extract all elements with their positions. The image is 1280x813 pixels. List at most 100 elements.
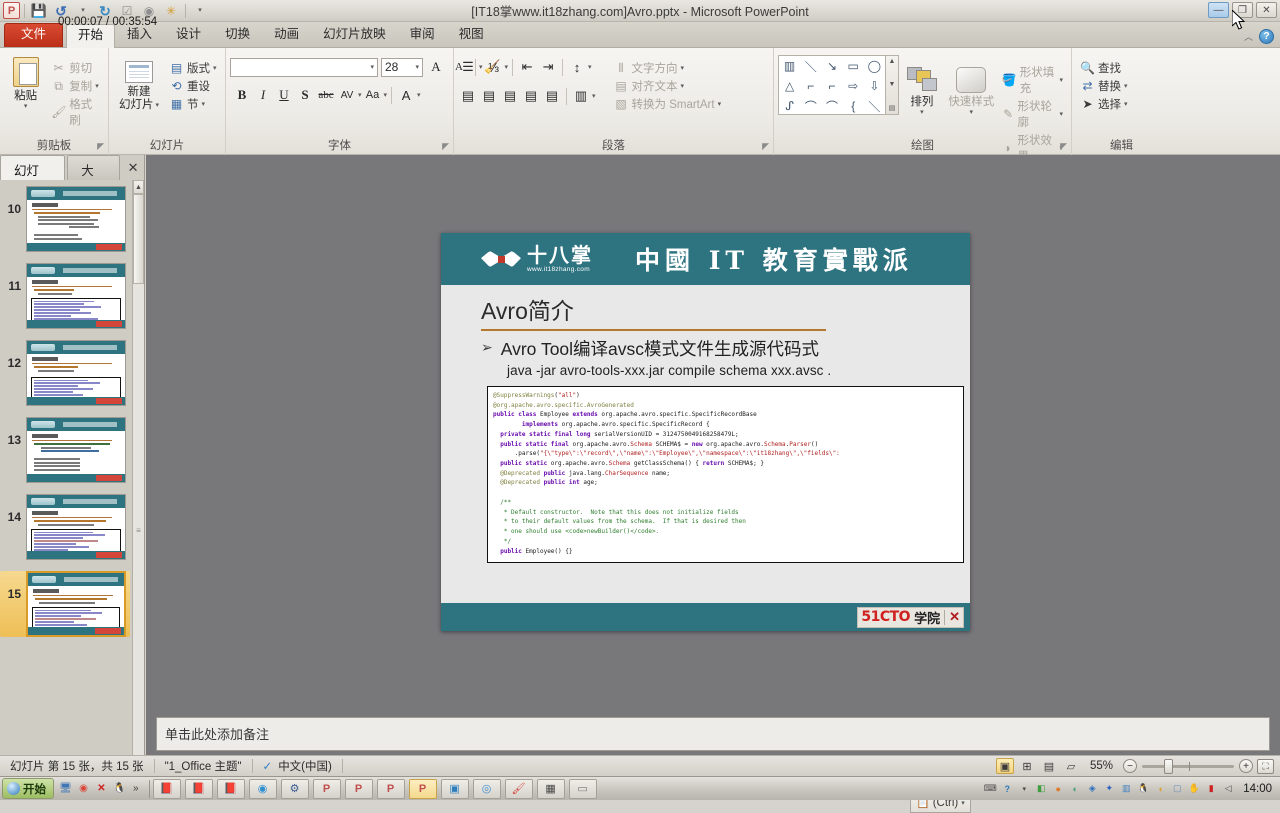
font-color-dropdown-icon[interactable]: ▾ (417, 91, 421, 99)
thumbnail-item-13[interactable]: 13 (0, 417, 130, 483)
tray-volume-icon[interactable]: ◁ (1221, 782, 1235, 796)
columns-button[interactable]: ▥ (571, 86, 591, 106)
tray-network-icon[interactable]: ▥ (1119, 782, 1133, 796)
thumbnail-preview[interactable] (26, 340, 126, 406)
quick-styles-button[interactable]: 快速样式 ▾ (945, 55, 998, 117)
powerpoint-logo-icon[interactable]: P (3, 2, 20, 19)
slide-counter[interactable]: 幻灯片 第 15 张，共 15 张 (0, 758, 154, 774)
taskbar-paint[interactable]: 🖌 (504, 778, 533, 799)
align-text-dropdown-icon[interactable]: ▾ (681, 82, 685, 90)
shape-outline-button[interactable]: ✎ 形状轮廓 ▾ (998, 97, 1067, 131)
thumbnail-preview[interactable] (26, 186, 126, 252)
thumbnail-preview[interactable] (26, 263, 126, 329)
shape-fill-button[interactable]: 🪣 形状填充 ▾ (998, 63, 1067, 97)
slide-bullet[interactable]: ➢ Avro Tool编译avsc模式文件生成源代码式 (481, 339, 970, 361)
scroll-up-icon[interactable]: ▲ (133, 180, 144, 194)
close-button[interactable]: ✕ (1256, 2, 1277, 18)
shapes-scrollbar[interactable]: ▲ ▼ ▤ (886, 55, 899, 115)
tab-view[interactable]: 视图 (447, 23, 496, 47)
thumbnail-preview[interactable] (26, 494, 126, 560)
taskbar-explorer[interactable]: ▣ (440, 778, 469, 799)
bullets-dropdown-icon[interactable]: ▾ (479, 63, 483, 71)
font-color-button[interactable]: A (396, 85, 416, 105)
thumbnail-item-10[interactable]: 10 (0, 186, 130, 252)
code-block[interactable]: @SuppressWarnings("all") @org.apache.avro… (487, 386, 964, 563)
taskbar-pdf-1[interactable]: 📕 (152, 778, 181, 799)
text-direction-dropdown-icon[interactable]: ▾ (681, 64, 685, 72)
thumbnail-preview[interactable] (26, 417, 126, 483)
shape-ellipse-icon[interactable]: ◯ (868, 59, 881, 73)
minimize-button[interactable]: — (1208, 2, 1229, 18)
qq-penguin-icon[interactable]: 🐧 (112, 781, 127, 796)
tray-qq-icon[interactable]: 🐧 (1136, 782, 1150, 796)
paragraph-dialog-launcher[interactable]: ◤ (762, 141, 769, 152)
grow-font-button[interactable]: A (426, 57, 446, 77)
find-button[interactable]: 🔍 查找 (1076, 59, 1132, 77)
slides-pane-scrollbar[interactable]: ▲ ≡ (132, 180, 144, 755)
distribute-button[interactable]: ▤ (542, 86, 562, 106)
taskbar-misc[interactable]: ▭ (568, 778, 597, 799)
align-right-button[interactable]: ▤ (500, 86, 520, 106)
character-spacing-dropdown-icon[interactable]: ▾ (358, 91, 362, 99)
zoom-slider[interactable]: − + (1123, 758, 1253, 774)
tab-slides-thumbnails[interactable]: 幻灯片 (0, 155, 66, 197)
reading-view-button[interactable]: ▤ (1040, 758, 1058, 774)
replace-dropdown-icon[interactable]: ▾ (1124, 82, 1128, 90)
shapes-more-icon[interactable]: ▤ (889, 104, 896, 112)
bullets-button[interactable]: ☰ (458, 57, 478, 77)
align-text-button[interactable]: ▤ 对齐文本 ▾ (610, 77, 726, 95)
tray-blue-icon[interactable]: ◈ (1085, 782, 1099, 796)
zoom-in-button[interactable]: + (1239, 759, 1253, 773)
format-painter-button[interactable]: 🖌 格式刷 (47, 95, 104, 129)
align-left-button[interactable]: ▤ (458, 86, 478, 106)
current-slide[interactable]: 十八掌 www.it18zhang.com 中國 IT 教育實戰派 Avro简介… (441, 233, 970, 631)
taskbar-pdf-3[interactable]: 📕 (216, 778, 245, 799)
tray-orange-icon[interactable]: ● (1051, 782, 1065, 796)
thumbnail-item-14[interactable]: 14 (0, 494, 130, 560)
line-spacing-button[interactable]: ↕ (567, 57, 587, 77)
tray-shield-icon[interactable]: ◐ (1068, 782, 1082, 796)
shape-triangle-icon[interactable]: △ (785, 79, 794, 93)
tray-help-icon[interactable]: ? (1000, 782, 1014, 796)
shape-line-2-icon[interactable]: ＼ (868, 98, 880, 115)
save-icon[interactable]: 💾 (29, 2, 49, 20)
shape-down-arrow-icon[interactable]: ⇩ (869, 79, 879, 93)
shape-brace-icon[interactable]: { (851, 99, 855, 113)
screenshot-icon[interactable]: ✳ (161, 2, 181, 20)
slideshow-view-button[interactable]: ▱ (1062, 758, 1080, 774)
underline-button[interactable]: U (274, 85, 294, 105)
normal-view-button[interactable]: ▣ (995, 758, 1014, 774)
taskbar-powerpoint-1[interactable]: P (312, 778, 341, 799)
tray-hand-icon[interactable]: ✋ (1187, 782, 1201, 796)
tray-bluetooth-icon[interactable]: ✦ (1102, 782, 1116, 796)
shape-right-arrow-icon[interactable]: ⇨ (848, 79, 858, 93)
layout-button[interactable]: ▤ 版式 ▾ (165, 59, 221, 77)
slide-title[interactable]: Avro简介 (481, 298, 970, 324)
tray-expand-icon[interactable]: ▾ (1017, 782, 1031, 796)
bold-button[interactable]: B (232, 85, 252, 105)
shape-line-icon[interactable]: ＼ (805, 58, 817, 75)
shape-freeform-icon[interactable]: ᔑ (785, 99, 794, 113)
font-dialog-launcher[interactable]: ◤ (442, 141, 449, 152)
font-size-dropdown-icon[interactable]: ▾ (415, 63, 419, 71)
line-spacing-dropdown-icon[interactable]: ▾ (588, 63, 592, 71)
chrome-icon[interactable]: ◉ (76, 781, 91, 796)
zoom-track[interactable] (1142, 758, 1234, 774)
quick-launch-overflow-icon[interactable]: » (130, 783, 142, 794)
taskbar-settings[interactable]: ⚙ (280, 778, 309, 799)
select-button[interactable]: ➤ 选择 ▾ (1076, 95, 1132, 113)
convert-smartart-button[interactable]: ▧ 转换为 SmartArt ▾ (610, 95, 726, 113)
smartart-dropdown-icon[interactable]: ▾ (718, 100, 722, 108)
taskbar-powerpoint-2[interactable]: P (344, 778, 373, 799)
tray-red-icon[interactable]: ▮ (1204, 782, 1218, 796)
thumbnail-preview-selected[interactable] (26, 571, 126, 637)
tab-slideshow[interactable]: 幻灯片放映 (311, 23, 398, 47)
justify-button[interactable]: ▤ (521, 86, 541, 106)
tray-sound-icon[interactable]: ◖ (1153, 782, 1167, 796)
tab-animations[interactable]: 动画 (262, 23, 311, 47)
text-shadow-button[interactable]: S (295, 85, 315, 105)
language-status[interactable]: ✓ 中文(中国) (253, 758, 342, 774)
show-desktop-icon[interactable]: 🖥 (58, 781, 73, 796)
align-center-button[interactable]: ▤ (479, 86, 499, 106)
taskbar-chrome[interactable]: ◉ (248, 778, 277, 799)
